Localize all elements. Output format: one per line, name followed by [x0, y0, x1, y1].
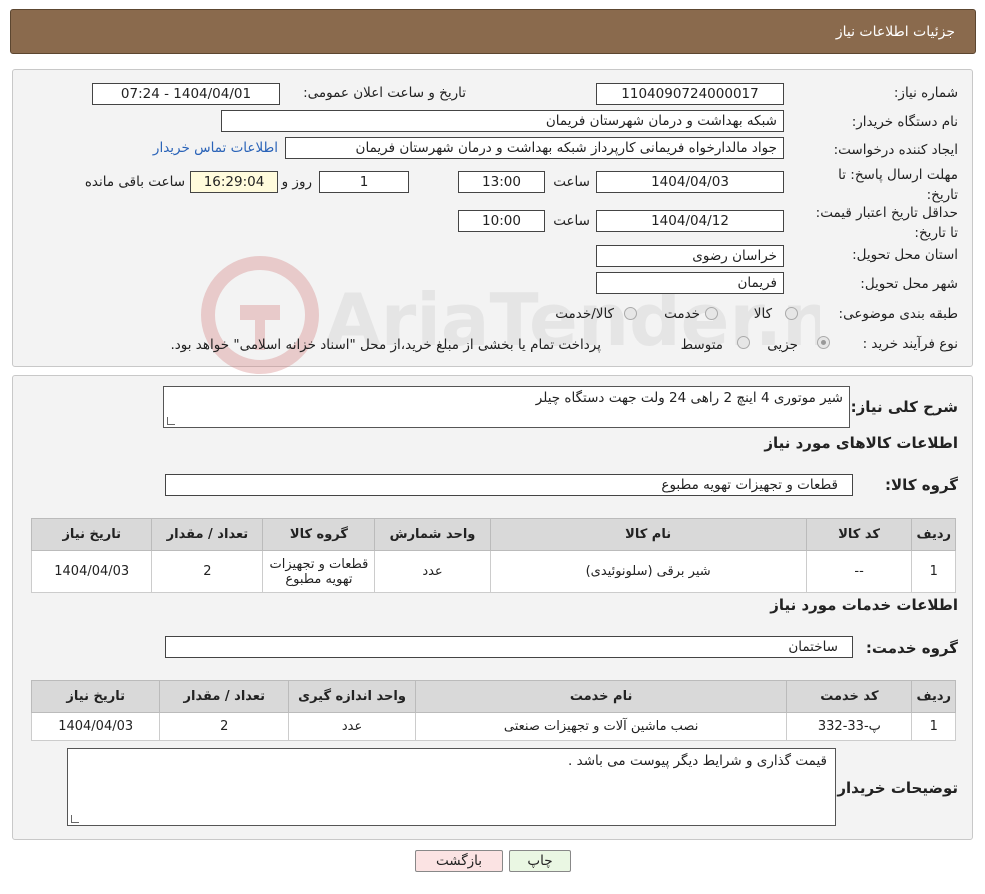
buyer-contact-link[interactable]: اطلاعات تماس خریدار	[153, 140, 278, 156]
process-radio-medium[interactable]	[737, 336, 750, 349]
creator-field: جواد مالدارخواه فریمانی کارپرداز شبکه به…	[285, 137, 784, 159]
buyer-notes-label: توضیحات خریدار:	[831, 779, 958, 797]
page-title: جزئیات اطلاعات نیاز	[835, 23, 955, 40]
need-number-label: شماره نیاز:	[893, 85, 958, 101]
category-option-goods: کالا	[753, 306, 772, 322]
services-group-value: ساختمان	[788, 639, 838, 655]
validity-time-label: ساعت	[553, 213, 590, 229]
deadline-time-label: ساعت	[553, 174, 590, 190]
services-cell-date: 1404/04/03	[30, 712, 161, 741]
goods-col-code: کد کالا	[805, 518, 913, 551]
deadline-date-field: 1404/04/03	[596, 171, 784, 193]
services-cell-unit: عدد	[288, 712, 416, 741]
description-textarea[interactable]: شیر موتوری 4 اینچ 2 راهی 24 ولت جهت دستگ…	[163, 386, 850, 428]
table-row: 1 -- شیر برقی (سلونوئیدی) عدد قطعات و تج…	[30, 550, 956, 593]
validity-date-field: 1404/04/12	[596, 210, 784, 232]
buyer-org-field: شبکه بهداشت و درمان شهرستان فریمان	[221, 110, 784, 132]
goods-col-group: گروه کالا	[262, 518, 376, 551]
province-field: خراسان رضوی	[596, 245, 784, 267]
buyer-org-label: نام دستگاه خریدار:	[851, 114, 958, 130]
services-col-date: تاریخ نیاز	[30, 680, 161, 713]
validity-label: حداقل تاریخ اعتبار قیمت: تا تاریخ:	[815, 205, 958, 241]
services-cell-name: نصب ماشین آلات و تجهیزات صنعتی	[414, 712, 788, 741]
resize-grip-icon[interactable]	[71, 815, 79, 823]
goods-section-title: اطلاعات کالاهای مورد نیاز	[764, 434, 958, 452]
goods-group-label: گروه کالا:	[885, 476, 958, 494]
process-option-medium: متوسط	[680, 337, 723, 353]
goods-group-value: قطعات و تجهیزات تهویه مطبوع	[661, 477, 838, 493]
services-group-field: ساختمان	[165, 636, 853, 658]
page-header: جزئیات اطلاعات نیاز	[10, 9, 976, 54]
goods-col-date: تاریخ نیاز	[30, 518, 153, 551]
services-section-title: اطلاعات خدمات مورد نیاز	[770, 596, 958, 614]
services-cell-qty: 2	[159, 712, 290, 741]
process-radio-minor[interactable]	[817, 336, 830, 349]
services-col-unit: واحد اندازه گیری	[288, 680, 416, 713]
category-label: طبقه بندی موضوعی:	[838, 306, 958, 322]
services-group-label: گروه خدمت:	[865, 639, 958, 657]
goods-cell-group: قطعات و تجهیزات تهویه مطبوع	[262, 550, 376, 593]
days-field: 1	[319, 171, 409, 193]
goods-cell-code: --	[805, 550, 913, 593]
services-col-name: نام خدمت	[414, 680, 788, 713]
resize-grip-icon[interactable]	[167, 417, 175, 425]
category-option-goods-service: کالا/خدمت	[555, 306, 614, 322]
description-label: شرح کلی نیاز:	[850, 398, 958, 416]
description-text: شیر موتوری 4 اینچ 2 راهی 24 ولت جهت دستگ…	[535, 390, 843, 406]
services-table-header: ردیف کد خدمت نام خدمت واحد اندازه گیری ت…	[30, 680, 956, 713]
services-col-code: کد خدمت	[786, 680, 913, 713]
buyer-notes-text: قیمت گذاری و شرایط دیگر پیوست می باشد .	[568, 753, 827, 769]
deadline-time-field: 13:00	[458, 171, 545, 193]
goods-col-qty: تعداد / مقدار	[151, 518, 264, 551]
category-option-service: خدمت	[664, 306, 700, 322]
goods-table-header: ردیف کد کالا نام کالا واحد شمارش گروه کا…	[30, 518, 956, 551]
deadline-label: مهلت ارسال پاسخ: تا تاریخ:	[838, 167, 958, 203]
services-cell-code: پ-33-332	[786, 712, 913, 741]
announce-label: تاریخ و ساعت اعلان عمومی:	[303, 85, 466, 101]
services-col-row: ردیف	[911, 680, 956, 713]
process-note: پرداخت تمام یا بخشی از مبلغ خرید،از محل …	[170, 337, 601, 353]
remaining-time-field: 16:29:04	[190, 171, 278, 193]
category-radio-goods-service[interactable]	[624, 307, 637, 320]
announce-field: 1404/04/01 - 07:24	[92, 83, 280, 105]
goods-group-field: قطعات و تجهیزات تهویه مطبوع	[165, 474, 853, 496]
buyer-notes-textarea[interactable]: قیمت گذاری و شرایط دیگر پیوست می باشد .	[67, 748, 836, 826]
services-table: ردیف کد خدمت نام خدمت واحد اندازه گیری ت…	[30, 680, 956, 741]
goods-table: ردیف کد کالا نام کالا واحد شمارش گروه کا…	[30, 518, 956, 593]
need-number-field: 1104090724000017	[596, 83, 784, 105]
remaining-label: ساعت باقی مانده	[84, 174, 185, 190]
services-col-qty: تعداد / مقدار	[159, 680, 290, 713]
goods-col-name: نام کالا	[489, 518, 807, 551]
goods-cell-name: شیر برقی (سلونوئیدی)	[489, 550, 807, 593]
province-label: استان محل تحویل:	[852, 247, 958, 263]
table-row: 1 پ-33-332 نصب ماشین آلات و تجهیزات صنعت…	[30, 712, 956, 741]
category-radio-service[interactable]	[705, 307, 718, 320]
goods-cell-qty: 2	[151, 550, 264, 593]
goods-cell-row: 1	[911, 550, 956, 593]
validity-time-field: 10:00	[458, 210, 545, 232]
goods-col-unit: واحد شمارش	[374, 518, 491, 551]
process-label: نوع فرآیند خرید :	[862, 336, 958, 352]
goods-col-row: ردیف	[911, 518, 956, 551]
creator-label: ایجاد کننده درخواست:	[833, 142, 958, 158]
goods-cell-unit: عدد	[374, 550, 491, 593]
goods-cell-date: 1404/04/03	[30, 550, 153, 593]
city-label: شهر محل تحویل:	[860, 276, 958, 292]
days-label: روز و	[281, 174, 312, 190]
back-button[interactable]: بازگشت	[415, 850, 503, 872]
services-cell-row: 1	[911, 712, 956, 741]
city-field: فریمان	[596, 272, 784, 294]
category-radio-goods[interactable]	[785, 307, 798, 320]
print-button[interactable]: چاپ	[509, 850, 571, 872]
process-option-minor: جزیی	[767, 337, 798, 353]
